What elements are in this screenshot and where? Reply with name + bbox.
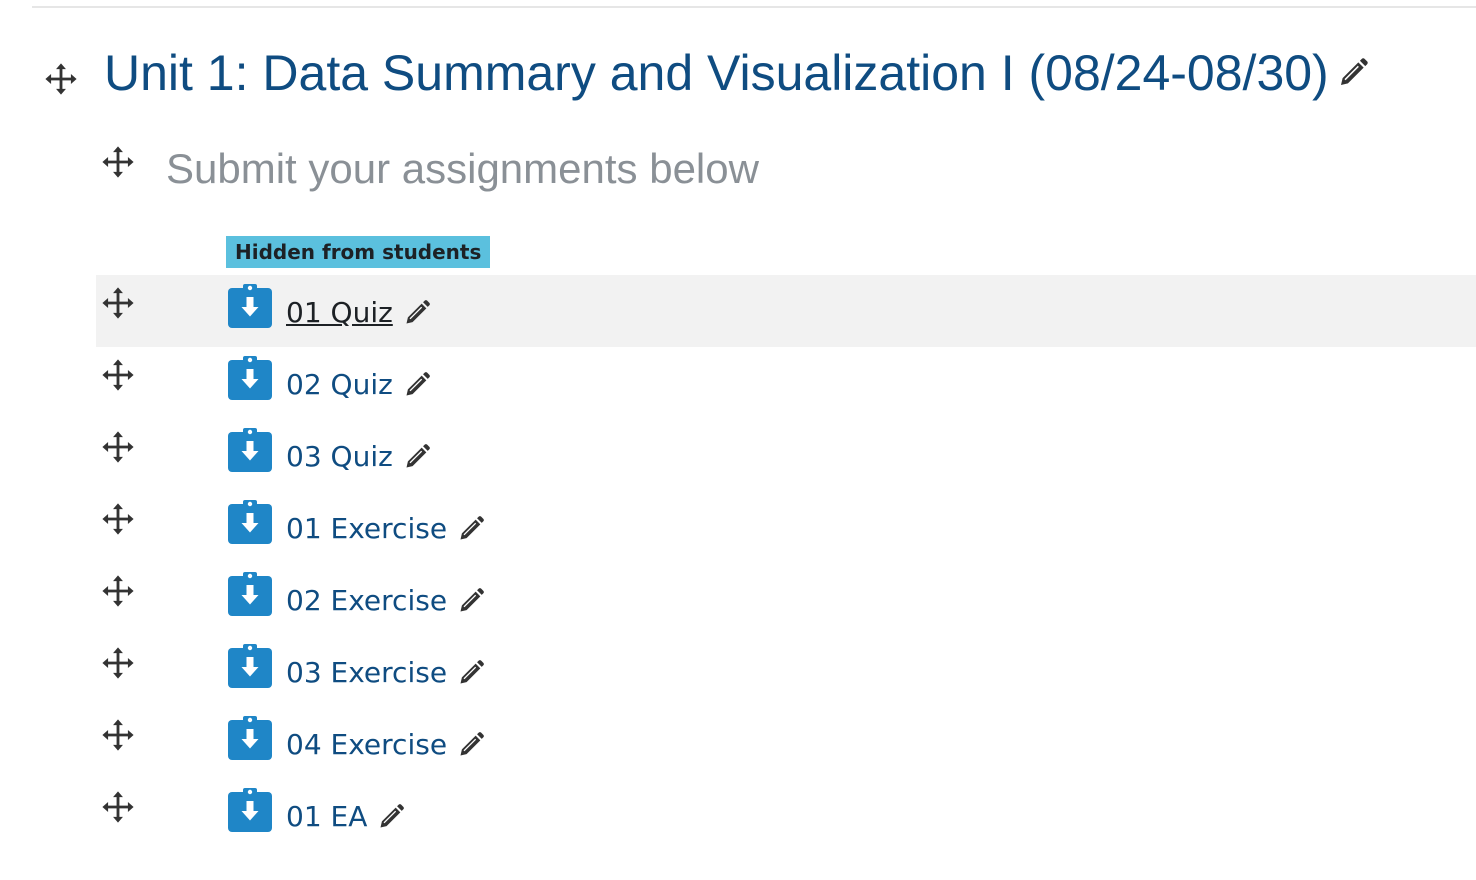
move-icon[interactable] [101,718,135,752]
move-icon[interactable] [101,358,135,392]
activity-name-link[interactable]: 03 Exercise [286,651,447,695]
move-icon[interactable] [101,502,135,536]
hidden-from-students-badge: Hidden from students [226,236,491,268]
move-icon[interactable] [101,574,135,608]
activity-row: 02 Exercise [96,563,1476,635]
assignment-icon[interactable] [227,499,273,545]
pencil-icon[interactable] [457,731,485,759]
activity-name-link[interactable]: 02 Quiz [286,363,393,407]
assignment-icon[interactable] [227,283,273,329]
top-divider [32,6,1476,8]
activity-row: 04 Exercise [96,707,1476,779]
activity-row: 03 Exercise [96,635,1476,707]
activity-name-link[interactable]: 02 Exercise [286,579,447,623]
pencil-icon[interactable] [403,443,431,471]
move-icon[interactable] [101,790,135,824]
move-icon[interactable] [101,145,135,179]
activity-name-link[interactable]: 04 Exercise [286,723,447,767]
activity-name-link[interactable]: 01 Exercise [286,507,447,551]
activity-name-link[interactable]: 01 Quiz [286,291,393,335]
activity-row: 01 EA [96,779,1476,851]
label-row: Submit your assignments below [0,140,1476,200]
activity-row: 02 Quiz [96,347,1476,419]
activity-list: 01 Quiz 02 Quiz 03 Quiz 01 Exercise 02 E… [96,275,1476,851]
pencil-icon[interactable] [457,659,485,687]
label-text: Submit your assignments below [166,145,759,192]
pencil-icon[interactable] [403,299,431,327]
assignment-icon[interactable] [227,355,273,401]
activity-row: 01 Quiz [96,275,1476,347]
activity-row: 01 Exercise [96,491,1476,563]
activity-name-link[interactable]: 01 EA [286,795,367,839]
pencil-icon[interactable] [403,371,431,399]
pencil-icon[interactable] [457,515,485,543]
assignment-icon[interactable] [227,787,273,833]
move-icon[interactable] [101,646,135,680]
section-header: Unit 1: Data Summary and Visualization I… [0,40,1476,110]
pencil-icon[interactable] [1337,57,1369,89]
move-icon[interactable] [101,286,135,320]
assignment-icon[interactable] [227,427,273,473]
assignment-icon[interactable] [227,643,273,689]
move-icon[interactable] [44,62,78,96]
section-title-text[interactable]: Unit 1: Data Summary and Visualization I… [104,45,1329,101]
pencil-icon[interactable] [457,587,485,615]
assignment-icon[interactable] [227,571,273,617]
section-title[interactable]: Unit 1: Data Summary and Visualization I… [104,40,1369,106]
move-icon[interactable] [101,430,135,464]
pencil-icon[interactable] [377,803,405,831]
assignment-icon[interactable] [227,715,273,761]
activity-name-link[interactable]: 03 Quiz [286,435,393,479]
activity-row: 03 Quiz [96,419,1476,491]
